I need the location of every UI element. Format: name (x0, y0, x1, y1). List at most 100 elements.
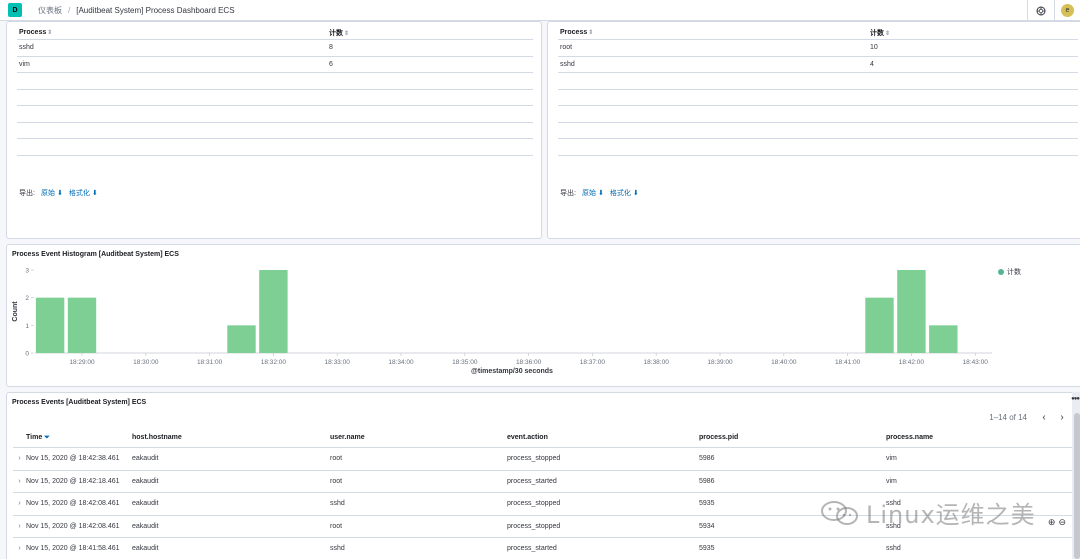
cell-user: sshd (330, 545, 345, 553)
user-avatar[interactable]: e (1061, 4, 1074, 17)
data-table: Process⇕ 计数⇕ root 10 sshd 4 (558, 26, 1078, 156)
cell-time: Nov 15, 2020 @ 18:41:58.461 (26, 545, 120, 553)
histogram-bar (259, 270, 288, 353)
scrollbar-thumb[interactable] (1074, 413, 1080, 559)
cell-process: sshd (19, 44, 34, 52)
cell-pid: 5934 (699, 522, 715, 530)
column-header-hostname[interactable]: host.hostname (132, 434, 330, 441)
kibana-logo[interactable]: D (8, 3, 22, 17)
help-icon[interactable] (1028, 0, 1054, 21)
expand-row-icon[interactable]: › (13, 545, 26, 552)
table-row-empty (17, 90, 533, 106)
cell-process: sshd (560, 60, 575, 68)
download-icon: ⬇ (597, 190, 604, 197)
table-row: root 10 (558, 40, 1078, 57)
process-events-panel: Process Events [Auditbeat System] ECS 1–… (6, 392, 1080, 559)
export-bar: 导出: 原始 ⬇ 格式化 ⬇ (560, 188, 639, 198)
x-tick-label: 18:39:00 (707, 359, 733, 366)
expand-row-icon[interactable]: › (13, 455, 26, 462)
expand-row-icon[interactable]: › (13, 478, 26, 485)
column-header-time[interactable]: Time ⏷ (26, 434, 132, 442)
x-tick-label: 18:29:00 (69, 359, 95, 366)
cell-action: process_started (507, 545, 557, 553)
table-row-empty (558, 90, 1078, 106)
zoom-out-icon[interactable]: ⊖ (1058, 517, 1066, 528)
table-row: › Nov 15, 2020 @ 18:41:58.461 eakaudit s… (13, 538, 1075, 559)
table-header-row: Time ⏷ host.hostname user.name event.act… (13, 428, 1075, 448)
cell-process-name: vim (886, 455, 897, 463)
column-header-user[interactable]: user.name (330, 434, 507, 441)
cell-time: Nov 15, 2020 @ 18:42:08.461 (26, 500, 120, 508)
sort-desc-icon: ⏷ (44, 433, 50, 441)
cell-hostname: eakaudit (132, 522, 159, 530)
legend-label: 计数 (1007, 269, 1021, 276)
export-raw-link[interactable]: 原始 ⬇ (582, 188, 604, 198)
column-header-process[interactable]: Process⇕ (558, 29, 870, 36)
cell-pid: 5935 (699, 545, 715, 553)
cell-action: process_stopped (507, 455, 561, 463)
table-row-empty (17, 139, 533, 156)
cell-process-name: sshd (886, 500, 901, 508)
export-formatted-link[interactable]: 格式化 ⬇ (69, 188, 98, 198)
table-row-empty (558, 106, 1078, 123)
x-tick-label: 18:31:00 (197, 359, 223, 366)
cell-user: root (330, 477, 343, 485)
histogram-chart: Count 0 1 2 3 18:29:00 18:30:00 18:31:00 18:32:0… (12, 268, 992, 375)
x-tick-label: 18:30:00 (133, 359, 159, 366)
x-tick-label: 18:33:00 (325, 359, 351, 366)
table-header-row: Process⇕ 计数⇕ (17, 26, 533, 40)
cell-action: process_started (507, 477, 557, 485)
table-row: › Nov 15, 2020 @ 18:42:08.461 eakaudit r… (13, 516, 1075, 538)
zoom-in-icon[interactable]: ⊕ (1048, 517, 1056, 528)
chart-legend[interactable]: 计数 (998, 267, 1021, 277)
cell-count: 6 (329, 60, 333, 68)
table-row-empty (558, 139, 1078, 156)
table-row: › Nov 15, 2020 @ 18:42:08.461 eakaudit s… (13, 493, 1075, 516)
data-table: Process⇕ 计数⇕ sshd 8 vim 6 (17, 26, 533, 156)
header-divider (1054, 0, 1055, 21)
cell-user: root (330, 455, 343, 463)
y-tick-label: 3 (25, 268, 29, 275)
cell-user: sshd (330, 500, 345, 508)
table-row-empty (17, 106, 533, 123)
table-row: › Nov 15, 2020 @ 18:42:38.461 eakaudit r… (13, 448, 1075, 471)
cell-pid: 5935 (699, 500, 715, 508)
y-tick-label: 1 (25, 323, 29, 330)
expand-row-icon[interactable]: › (13, 523, 26, 530)
table-row-empty (17, 123, 533, 139)
cell-process: root (560, 44, 573, 52)
x-tick-label: 18:41:00 (835, 359, 861, 366)
cell-hostname: eakaudit (132, 477, 159, 485)
panel-title: Process Events [Auditbeat System] ECS (12, 399, 147, 406)
prev-page-button[interactable]: ‹ (1035, 409, 1053, 425)
cell-process-name: sshd (886, 545, 901, 553)
breadcrumb: 仪表板 / [Auditbeat System] Process Dashboa… (38, 5, 235, 16)
x-tick-label: 18:42:00 (899, 359, 925, 366)
events-table: Time ⏷ host.hostname user.name event.act… (13, 428, 1075, 559)
column-header-count[interactable]: 计数⇕ (329, 28, 533, 38)
more-options-icon[interactable]: ●●● (1071, 396, 1080, 402)
cell-action: process_stopped (507, 500, 561, 508)
column-header-process-name[interactable]: process.name (886, 434, 1075, 441)
x-tick-label: 18:36:00 (516, 359, 542, 366)
export-formatted-link[interactable]: 格式化 ⬇ (610, 188, 639, 198)
pagination: 1–14 of 14 ‹ › (989, 409, 1071, 425)
top-nav-bar: D 仪表板 / [Auditbeat System] Process Dashb… (0, 0, 1080, 21)
table-row: sshd 4 (558, 57, 1078, 73)
cell-time: Nov 15, 2020 @ 18:42:38.461 (26, 455, 120, 463)
cell-count: 8 (329, 44, 333, 52)
cell-process-name: vim (886, 477, 897, 485)
column-header-action[interactable]: event.action (507, 434, 699, 441)
column-header-process[interactable]: Process⇕ (17, 29, 329, 36)
cell-pid: 5986 (699, 477, 715, 485)
breadcrumb-dashboards[interactable]: 仪表板 (38, 5, 62, 16)
cell-user: root (330, 522, 343, 530)
cell-count: 10 (870, 44, 878, 52)
export-raw-link[interactable]: 原始 ⬇ (41, 188, 63, 198)
expand-row-icon[interactable]: › (13, 500, 26, 507)
next-page-button[interactable]: › (1053, 409, 1071, 425)
breadcrumb-current: [Auditbeat System] Process Dashboard ECS (76, 5, 235, 15)
column-header-pid[interactable]: process.pid (699, 434, 886, 441)
histogram-bar (35, 297, 65, 353)
column-header-count[interactable]: 计数⇕ (870, 28, 1078, 38)
